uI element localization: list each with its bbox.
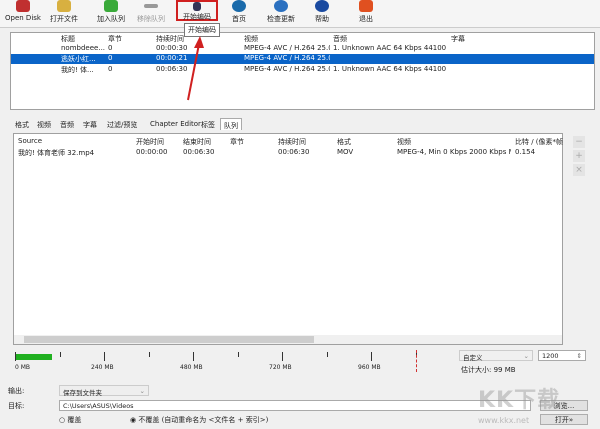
col-video[interactable]: 视频	[397, 137, 411, 147]
move-up-button[interactable]: −	[573, 136, 585, 148]
col-duration[interactable]: 持续时间	[278, 137, 306, 147]
queue-list[interactable]: Source 开始时间 结束时间 章节 持续时间 格式 视频 比特 / (像素*…	[13, 133, 563, 345]
spinner-arrows-icon[interactable]: ⇕	[577, 352, 582, 360]
watermark-logo: KK下载	[478, 388, 561, 413]
remove-button[interactable]: ×	[573, 164, 585, 176]
size-tick	[148, 352, 150, 357]
preset-value: 自定义	[463, 354, 483, 362]
output-mode-value: 保存到文件夹	[63, 389, 102, 397]
tick-label: 0 MB	[15, 364, 31, 371]
size-tick	[371, 352, 372, 361]
cell: 我的! 体育老师 32.mp4	[18, 149, 95, 157]
target-value: 1200	[542, 352, 559, 360]
size-tick	[282, 352, 283, 361]
tick-label: 720 MB	[269, 364, 292, 371]
radio-no-overwrite[interactable]: ◉ 不覆盖 (自动重命名为 <文件名 + 索引>)	[130, 415, 268, 425]
col-start[interactable]: 开始时间	[136, 137, 164, 147]
cell: MPEG-4, Min 0 Kbps 2000 Kbps Max ...	[397, 148, 511, 156]
chevron-down-icon: ⌄	[523, 352, 529, 360]
size-fill	[15, 354, 52, 360]
table-row[interactable]: 我的! 体育老师 32.mp4 00:00:00 00:06:30 00:06:…	[14, 148, 562, 158]
col-format[interactable]: 格式	[337, 137, 351, 147]
col-chapters[interactable]: 章节	[230, 137, 244, 147]
cell: 0.154	[515, 148, 536, 156]
queue-header: Source 开始时间 结束时间 章节 持续时间 格式 视频 比特 / (像素*…	[14, 137, 563, 147]
scrollbar-thumb[interactable]	[24, 336, 314, 343]
cell: 00:06:30	[278, 148, 310, 156]
radio-label: 不覆盖 (自动重命名为 <文件名 + 索引>)	[138, 416, 269, 424]
output-path-input[interactable]: C:\Users\ASUS\Videos	[59, 400, 531, 411]
target-size-spinner[interactable]: 1200 ⇕	[538, 350, 586, 361]
size-tick	[326, 352, 328, 357]
radio-label: 覆盖	[67, 416, 82, 424]
size-preset-select[interactable]: 自定义 ⌄	[459, 350, 533, 362]
col-bits[interactable]: 比特 / (像素*帧	[515, 137, 563, 147]
cell: 00:00:00	[136, 148, 168, 156]
size-tick	[237, 352, 239, 357]
col-source[interactable]: Source	[18, 137, 42, 145]
radio-unchecked-icon: ○	[59, 416, 66, 424]
watermark-url: www.kkx.net	[478, 416, 530, 425]
chevron-down-icon: ⌄	[139, 387, 145, 395]
tick-label: 480 MB	[180, 364, 203, 371]
size-bar	[14, 350, 454, 374]
tick-label: 240 MB	[91, 364, 114, 371]
output-mode-select[interactable]: 保存到文件夹 ⌄	[59, 385, 149, 397]
size-tick	[15, 352, 16, 361]
target-label: 目标:	[8, 402, 25, 410]
horizontal-scrollbar[interactable]	[14, 335, 562, 344]
estimated-size: 估计大小: 99 MB	[461, 366, 516, 374]
size-tick	[104, 352, 105, 361]
path-value: C:\Users\ASUS\Videos	[63, 402, 134, 410]
red-arrow-annotation	[187, 36, 204, 101]
col-end[interactable]: 结束时间	[183, 137, 211, 147]
add-button[interactable]: +	[573, 150, 585, 162]
size-tick	[59, 352, 61, 357]
open-button[interactable]: 打开»	[540, 414, 588, 425]
tick-label: 960 MB	[358, 364, 381, 371]
cell: MOV	[337, 148, 354, 156]
cell: 00:06:30	[183, 148, 215, 156]
radio-checked-icon: ◉	[130, 416, 137, 424]
radio-overwrite[interactable]: ○ 覆盖	[59, 415, 81, 425]
limit-marker	[416, 350, 417, 372]
size-tick	[193, 352, 194, 361]
output-label: 输出:	[8, 387, 25, 395]
